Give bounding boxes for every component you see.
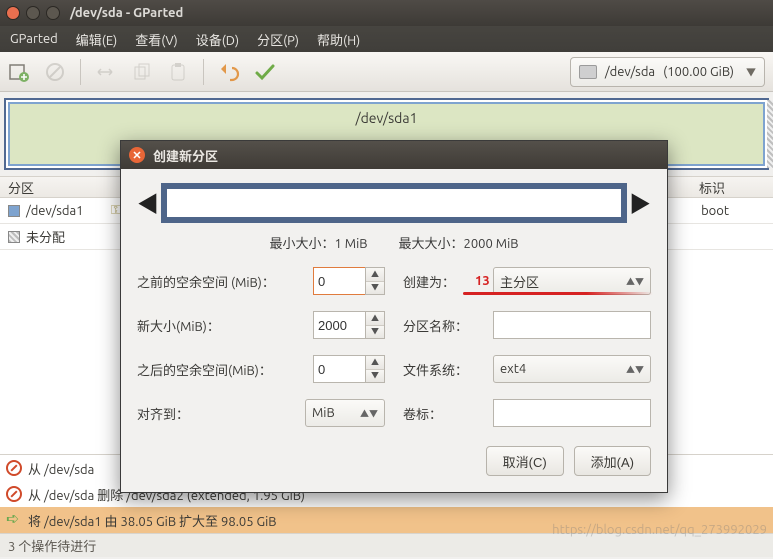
window-title: /dev/sda - GParted — [70, 6, 183, 20]
new-size-label: 新大小(MiB)： — [137, 316, 313, 335]
watermark: https://blog.csdn.net/qq_273992029 — [552, 523, 767, 537]
create-as-value: 主分区 — [500, 272, 539, 291]
window-minimize-icon[interactable] — [26, 6, 40, 20]
operation-text: 从 /dev/sda — [28, 459, 94, 478]
undo-icon[interactable] — [218, 61, 240, 83]
menu-view[interactable]: 查看(V) — [135, 30, 177, 49]
partition-name: /dev/sda1 — [26, 204, 111, 218]
partition-flag: boot — [701, 204, 729, 218]
slider-track[interactable] — [161, 183, 627, 223]
chevron-updown-icon: ▲▼ — [626, 363, 644, 376]
slider-left-arrow-icon[interactable]: ◀ — [137, 187, 159, 219]
size-limits: 最小大小：1 MiB 最大大小：2000 MiB — [137, 233, 651, 252]
partition-name-label: 分区名称： — [403, 316, 493, 335]
device-size: (100.00 GiB) — [663, 65, 734, 79]
partition-swatch-icon — [8, 205, 20, 217]
menu-partition[interactable]: 分区(P) — [257, 30, 299, 49]
paste-icon — [167, 61, 189, 83]
delete-icon — [44, 61, 66, 83]
device-selector[interactable]: /dev/sda (100.00 GiB) ▼ — [570, 57, 765, 87]
toolbar: /dev/sda (100.00 GiB) ▼ — [0, 52, 773, 92]
dialog-title: 创建新分区 — [153, 146, 218, 165]
free-after-input[interactable] — [313, 355, 365, 383]
partition-name-input[interactable] — [493, 311, 651, 339]
operation-text: 将 /dev/sda1 由 38.05 GiB 扩大至 98.05 GiB — [28, 511, 277, 530]
window-maximize-icon[interactable] — [46, 6, 60, 20]
device-path: /dev/sda — [605, 65, 655, 79]
spin-up-icon[interactable]: ▲ — [366, 356, 384, 370]
spin-down-icon[interactable]: ▼ — [366, 282, 384, 295]
free-before-spin[interactable]: ▲▼ — [313, 267, 385, 295]
menu-edit[interactable]: 编辑(E) — [76, 30, 117, 49]
resize-arrow-icon — [6, 512, 22, 528]
free-before-input[interactable] — [313, 267, 365, 295]
new-size-spin[interactable]: ▲▼ — [313, 311, 385, 339]
status-text: 3 个操作待进行 — [8, 536, 96, 555]
size-slider[interactable]: ◀ ▶ — [137, 183, 651, 223]
spin-up-icon[interactable]: ▲ — [366, 268, 384, 282]
menu-help[interactable]: 帮助(H) — [317, 30, 360, 49]
align-value: MiB — [312, 406, 335, 420]
filesystem-value: ext4 — [500, 362, 526, 376]
unallocated-swatch-icon — [8, 231, 20, 243]
new-partition-icon[interactable] — [8, 61, 30, 83]
add-button[interactable]: 添加(A) — [574, 446, 651, 476]
menu-gparted[interactable]: GParted — [10, 32, 58, 46]
disk-map-partition-label: /dev/sda1 — [6, 110, 767, 126]
spin-down-icon[interactable]: ▼ — [366, 370, 384, 383]
menu-device[interactable]: 设备(D) — [196, 30, 239, 49]
annotation-number: 13 — [475, 274, 490, 288]
volume-label-label: 卷标： — [403, 404, 493, 423]
forbid-icon — [6, 486, 22, 502]
spin-up-icon[interactable]: ▲ — [366, 312, 384, 326]
dialog-close-button[interactable]: ✕ — [129, 147, 145, 163]
disk-map-unallocated[interactable] — [767, 100, 773, 168]
resize-icon — [95, 61, 117, 83]
menubar: GParted 编辑(E) 查看(V) 设备(D) 分区(P) 帮助(H) — [0, 26, 773, 52]
align-label: 对齐到： — [137, 404, 305, 423]
column-partition[interactable]: 分区 — [0, 178, 110, 197]
spin-down-icon[interactable]: ▼ — [366, 326, 384, 339]
partition-name: 未分配 — [26, 227, 111, 246]
create-partition-dialog: ✕ 创建新分区 ◀ ▶ 最小大小：1 MiB 最大大小：2000 MiB 之前的… — [120, 140, 668, 493]
filesystem-label: 文件系统： — [403, 360, 493, 379]
free-after-spin[interactable]: ▲▼ — [313, 355, 385, 383]
create-as-combo[interactable]: 主分区 ▲▼ — [493, 267, 651, 295]
dialog-titlebar: ✕ 创建新分区 — [121, 141, 667, 169]
chevron-updown-icon: ▲▼ — [360, 407, 378, 420]
free-after-label: 之后的空余空间(MiB)： — [137, 360, 313, 379]
apply-icon[interactable] — [254, 61, 276, 83]
annotation-underline — [463, 292, 653, 295]
new-size-input[interactable] — [313, 311, 365, 339]
slider-right-arrow-icon[interactable]: ▶ — [629, 187, 651, 219]
copy-icon — [131, 61, 153, 83]
titlebar: /dev/sda - GParted — [0, 0, 773, 26]
disk-icon — [579, 65, 597, 79]
chevron-down-icon: ▼ — [746, 64, 756, 79]
filesystem-combo[interactable]: ext4 ▲▼ — [493, 355, 651, 383]
cancel-button[interactable]: 取消(C) — [486, 446, 564, 476]
free-before-label: 之前的空余空间 (MiB)： — [137, 272, 313, 291]
window-close-icon[interactable] — [6, 6, 20, 20]
chevron-updown-icon: ▲▼ — [626, 275, 644, 288]
align-combo[interactable]: MiB ▲▼ — [305, 399, 385, 427]
forbid-icon — [6, 460, 22, 476]
volume-label-input[interactable] — [493, 399, 651, 427]
